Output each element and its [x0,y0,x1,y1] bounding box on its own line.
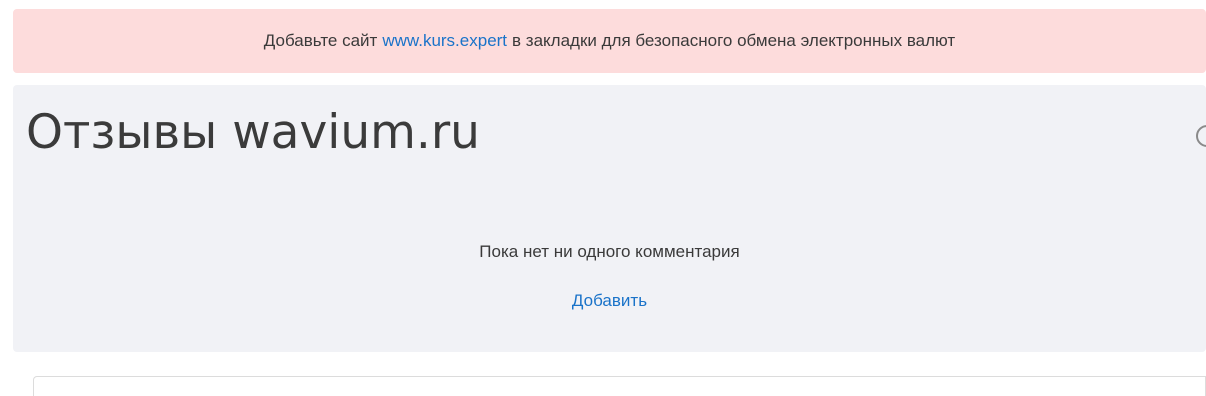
add-comment-wrapper: Добавить [13,291,1206,311]
bookmark-notice-banner: Добавьте сайт www.kurs.expert в закладки… [13,9,1206,73]
empty-comments-message: Пока нет ни одного комментария [479,242,740,261]
site-link[interactable]: www.kurs.expert [382,31,507,51]
add-comment-link[interactable]: Добавить [572,291,647,310]
page-title: Отзывы wavium.ru [26,105,480,160]
banner-text-before: Добавьте сайт [263,31,378,50]
banner-text-after: в закладки для безопасного обмена электр… [512,31,956,50]
reviews-panel: Отзывы wavium.ru Пока нет ни одного комм… [13,85,1206,352]
next-section-box [33,376,1206,396]
circle-icon[interactable] [1196,125,1206,147]
